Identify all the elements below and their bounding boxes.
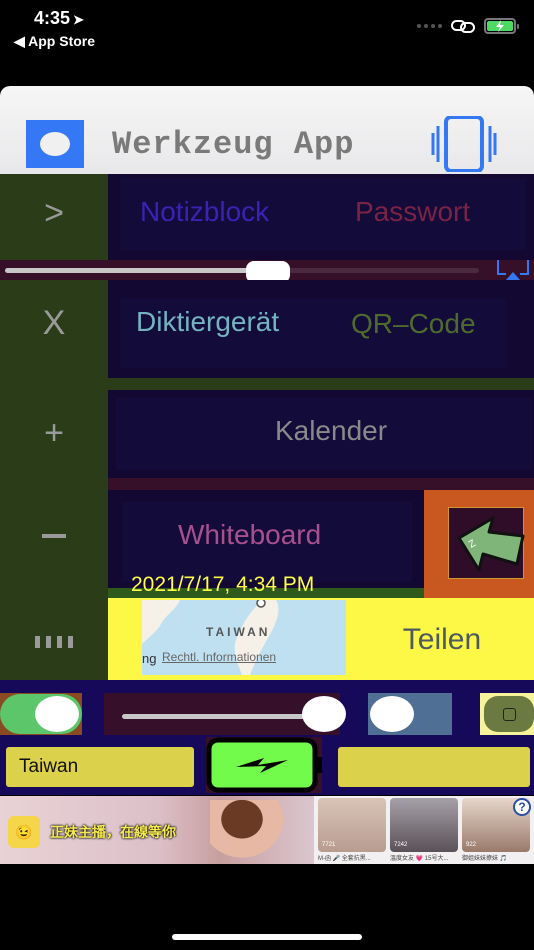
ad-grid[interactable]: 7721 M-函 🎤 全套抗黑... 7242 溫度女友 💗 15号大... 9… [314, 796, 534, 864]
grip-icon [35, 636, 73, 648]
whiteboard-button[interactable]: Whiteboard [178, 519, 321, 551]
close-button[interactable]: X [0, 293, 108, 353]
ad-logo-icon: 😉 [8, 816, 40, 848]
ad-card-count: 922 [466, 842, 477, 848]
chevron-right-icon: > [44, 193, 64, 232]
ad-card[interactable]: 7242 溫度女友 💗 15号大... [390, 798, 458, 862]
toggle-2-knob [370, 696, 414, 732]
arrow-left-icon: Z [457, 516, 525, 572]
status-time: 4:35 ➤ [34, 8, 84, 29]
notizblock-button[interactable]: Notizblock [140, 196, 269, 228]
plus-icon: + [44, 413, 64, 452]
ad-image [210, 800, 290, 864]
record-button[interactable] [26, 120, 84, 168]
share-button[interactable]: Teilen [350, 605, 534, 675]
time-text: 4:35 [34, 8, 71, 28]
secondary-field[interactable] [338, 747, 530, 787]
app-header: Werkzeug App [0, 86, 534, 174]
ad-card-count: 7721 [322, 842, 336, 848]
grip-button[interactable] [0, 612, 108, 672]
ad-card-caption: 御姐妹妹撩妹 🎵 [462, 856, 508, 862]
ad-card-image: 7721 [318, 798, 386, 852]
ad-card-count: 7242 [394, 842, 408, 848]
minus-icon [42, 534, 66, 538]
row-divider [108, 478, 534, 490]
arrow-button[interactable]: Z [448, 507, 525, 579]
home-square-icon [502, 707, 516, 721]
ad-card-image: 7242 [390, 798, 458, 852]
top-slider-row [0, 260, 534, 283]
battery-charging-icon [484, 18, 519, 34]
home-button[interactable] [484, 696, 534, 732]
back-to-app-store-link[interactable]: ◀ App Store [14, 33, 95, 50]
location-arrow-icon: ➤ [73, 12, 84, 27]
country-field[interactable]: Taiwan [6, 747, 194, 787]
app-title: Werkzeug App [112, 126, 355, 163]
map-country-label: TAIWAN [206, 625, 271, 639]
map-view[interactable]: TAIWAN ng Rechtl. Informationen [142, 600, 346, 675]
home-button-container [480, 693, 534, 735]
signal-icon [417, 24, 442, 28]
diktiergeraet-button[interactable]: Diktiergerät [136, 306, 279, 338]
volume-slider-thumb[interactable] [302, 696, 346, 732]
toggle-1-knob [35, 696, 79, 732]
expand-icon[interactable] [496, 260, 530, 280]
ad-card-caption: M-函 🎤 全套抗黑... [318, 856, 371, 862]
toggle-1[interactable] [0, 694, 82, 734]
passwort-button[interactable]: Passwort [355, 196, 470, 228]
map-legal-link[interactable]: Rechtl. Informationen [162, 650, 276, 664]
record-oval-icon [40, 132, 70, 156]
toggle-2[interactable] [368, 693, 452, 735]
minus-button[interactable] [0, 506, 108, 566]
kalender-button[interactable]: Kalender [108, 415, 534, 447]
volume-slider-container [104, 693, 346, 735]
close-icon: X [42, 303, 66, 342]
link-icon [451, 20, 475, 33]
battery-charging-button[interactable] [206, 737, 326, 793]
toggle-1-container [0, 693, 82, 735]
plus-button[interactable]: + [0, 403, 108, 463]
ad-help-icon[interactable]: ? [513, 798, 531, 816]
volume-slider[interactable] [122, 714, 322, 719]
qr-code-button[interactable]: QR–Code [351, 308, 476, 340]
map-edge-text: ng [142, 651, 157, 666]
status-icons [417, 18, 519, 34]
ad-banner-text: 正妹主播，在線等你 [50, 824, 176, 840]
ad-card-caption: 溫度女友 💗 15号大... [390, 856, 449, 862]
top-slider[interactable] [5, 261, 479, 283]
phone-vibrate-icon[interactable] [430, 116, 500, 172]
top-slider-fill [5, 268, 268, 273]
home-indicator[interactable] [172, 934, 362, 940]
date-label: 2021/7/17, 4:34 PM [131, 573, 315, 596]
ad-banner[interactable]: 😉 正妹主播，在線等你 [0, 796, 314, 864]
next-button[interactable]: > [0, 183, 108, 243]
ad-card[interactable]: 7721 M-函 🎤 全套抗黑... [318, 798, 386, 862]
